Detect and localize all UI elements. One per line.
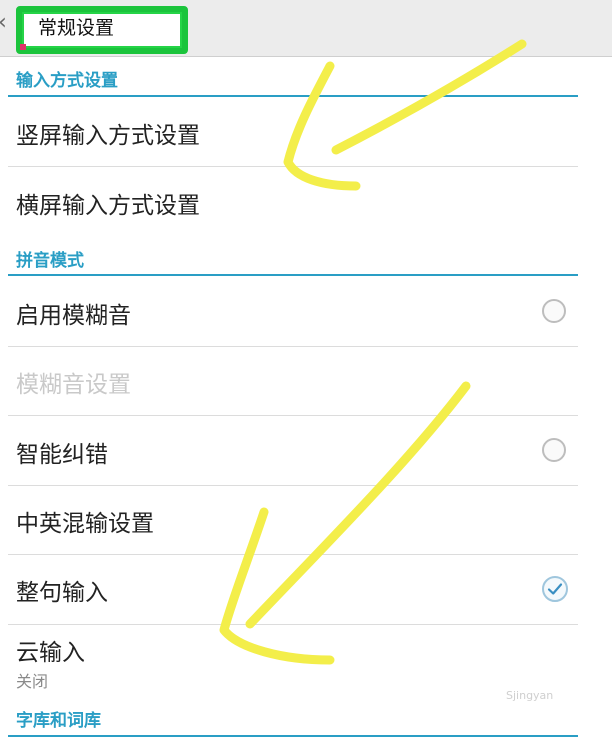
row-divider xyxy=(8,624,578,625)
page-title: 常规设置 xyxy=(38,17,115,39)
section-header-pinyin-mode: 拼音模式 xyxy=(16,251,84,271)
fuzzy-pinyin-toggle-row[interactable]: 启用模糊音 xyxy=(16,296,578,330)
row-divider xyxy=(8,554,578,555)
fuzzy-pinyin-settings: 模糊音设置 xyxy=(16,372,131,398)
fuzzy-pinyin-radio[interactable] xyxy=(542,299,566,323)
red-mark xyxy=(20,44,26,50)
mixed-input-setting[interactable]: 中英混输设置 xyxy=(16,504,578,538)
section-divider xyxy=(8,95,578,97)
row-divider xyxy=(8,415,578,416)
cloud-input-row[interactable]: 云输入 xyxy=(16,633,578,667)
smart-correction-radio[interactable] xyxy=(542,438,566,462)
portrait-input-setting[interactable]: 竖屏输入方式设置 xyxy=(16,116,578,150)
watermark-logo: Sjingyan xyxy=(506,689,554,702)
landscape-input-setting[interactable]: 横屏输入方式设置 xyxy=(16,186,578,220)
row-divider xyxy=(8,166,578,167)
cloud-input-status: 关闭 xyxy=(16,672,49,691)
top-bar: ‹ 常规设置 xyxy=(0,0,612,57)
check-icon xyxy=(547,583,563,595)
back-arrow-icon[interactable]: ‹ xyxy=(0,12,14,34)
row-divider xyxy=(8,485,578,486)
row-divider xyxy=(8,346,578,347)
section-header-dictionary: 字库和词库 xyxy=(16,711,101,731)
sentence-input-checkbox[interactable] xyxy=(542,576,568,602)
section-divider xyxy=(8,274,578,276)
section-header-input-method: 输入方式设置 xyxy=(16,71,118,91)
sentence-input-row[interactable]: 整句输入 xyxy=(16,573,578,607)
smart-correction-row[interactable]: 智能纠错 xyxy=(16,435,578,469)
section-divider xyxy=(8,735,578,737)
